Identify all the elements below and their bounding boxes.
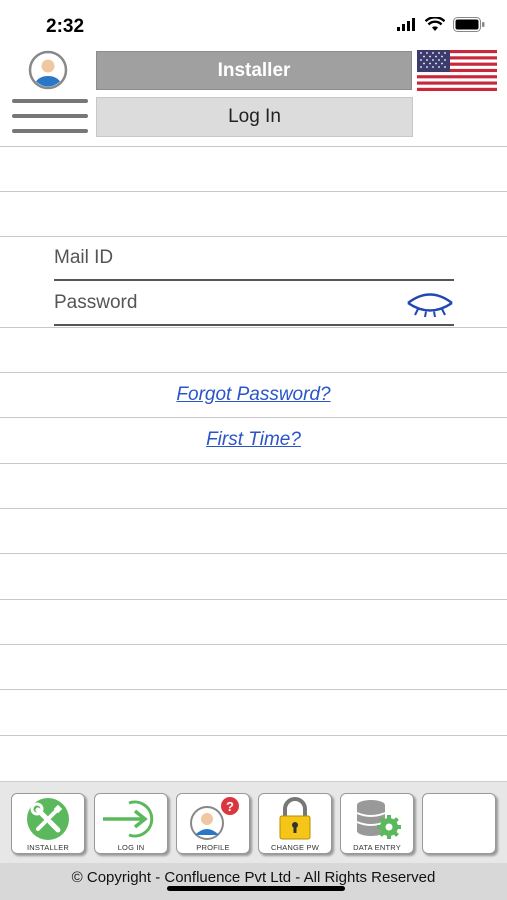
mail-id-field-wrapper [54, 237, 454, 281]
bottom-toolbar: INSTALLER LOG IN ? PROFILE CHANGE PW DAT… [0, 781, 507, 863]
divider [0, 372, 507, 373]
profile-tab-label: PROFILE [196, 843, 230, 852]
status-icons [397, 16, 485, 37]
first-time-link[interactable]: First Time? [0, 429, 507, 451]
installer-tab-label: INSTALLER [26, 843, 70, 852]
divider [0, 417, 507, 418]
empty-tab[interactable] [422, 793, 496, 854]
divider [0, 327, 507, 328]
profile-help-icon: ? [190, 797, 239, 840]
divider [0, 599, 507, 600]
divider [0, 146, 507, 147]
eye-icon[interactable] [406, 292, 454, 318]
status-time: 2:32 [46, 16, 85, 37]
divider [0, 689, 507, 690]
data-entry-tab[interactable]: DATA ENTRY [340, 793, 414, 854]
battery-icon [453, 17, 485, 37]
profile-tab[interactable]: ? PROFILE [176, 793, 250, 854]
login-tab-label: LOG IN [117, 843, 145, 852]
password-input[interactable] [54, 282, 454, 326]
login-tab[interactable]: LOG IN [94, 793, 168, 854]
padlock-icon [279, 797, 311, 840]
status-bar: 2:32 [0, 0, 507, 46]
change-pw-tab[interactable]: CHANGE PW [258, 793, 332, 854]
installer-tab[interactable]: INSTALLER [11, 793, 85, 854]
password-field-wrapper [54, 282, 454, 326]
hamburger-menu-icon[interactable] [12, 99, 88, 137]
divider [0, 644, 507, 645]
copyright-text: © Copyright - Confluence Pvt Ltd - All R… [71, 869, 436, 886]
footer: © Copyright - Confluence Pvt Ltd - All R… [0, 863, 507, 900]
wifi-icon [424, 16, 446, 37]
database-gear-icon [356, 800, 401, 839]
home-indicator [167, 886, 345, 891]
change-pw-tab-label: CHANGE PW [270, 843, 320, 852]
signal-icon [397, 18, 417, 36]
avatar[interactable] [24, 50, 72, 90]
divider [0, 735, 507, 736]
mail-id-input[interactable] [54, 237, 454, 281]
us-flag-icon[interactable] [417, 50, 497, 91]
divider [0, 553, 507, 554]
divider [0, 191, 507, 192]
divider [0, 463, 507, 464]
installer-header: Installer [96, 51, 412, 90]
svg-text:?: ? [226, 799, 234, 814]
login-header: Log In [96, 97, 413, 137]
divider [0, 508, 507, 509]
data-entry-tab-label: DATA ENTRY [353, 843, 401, 852]
wrench-icon [27, 798, 69, 840]
forgot-password-link[interactable]: Forgot Password? [0, 384, 507, 406]
login-arrow-icon [103, 800, 154, 838]
